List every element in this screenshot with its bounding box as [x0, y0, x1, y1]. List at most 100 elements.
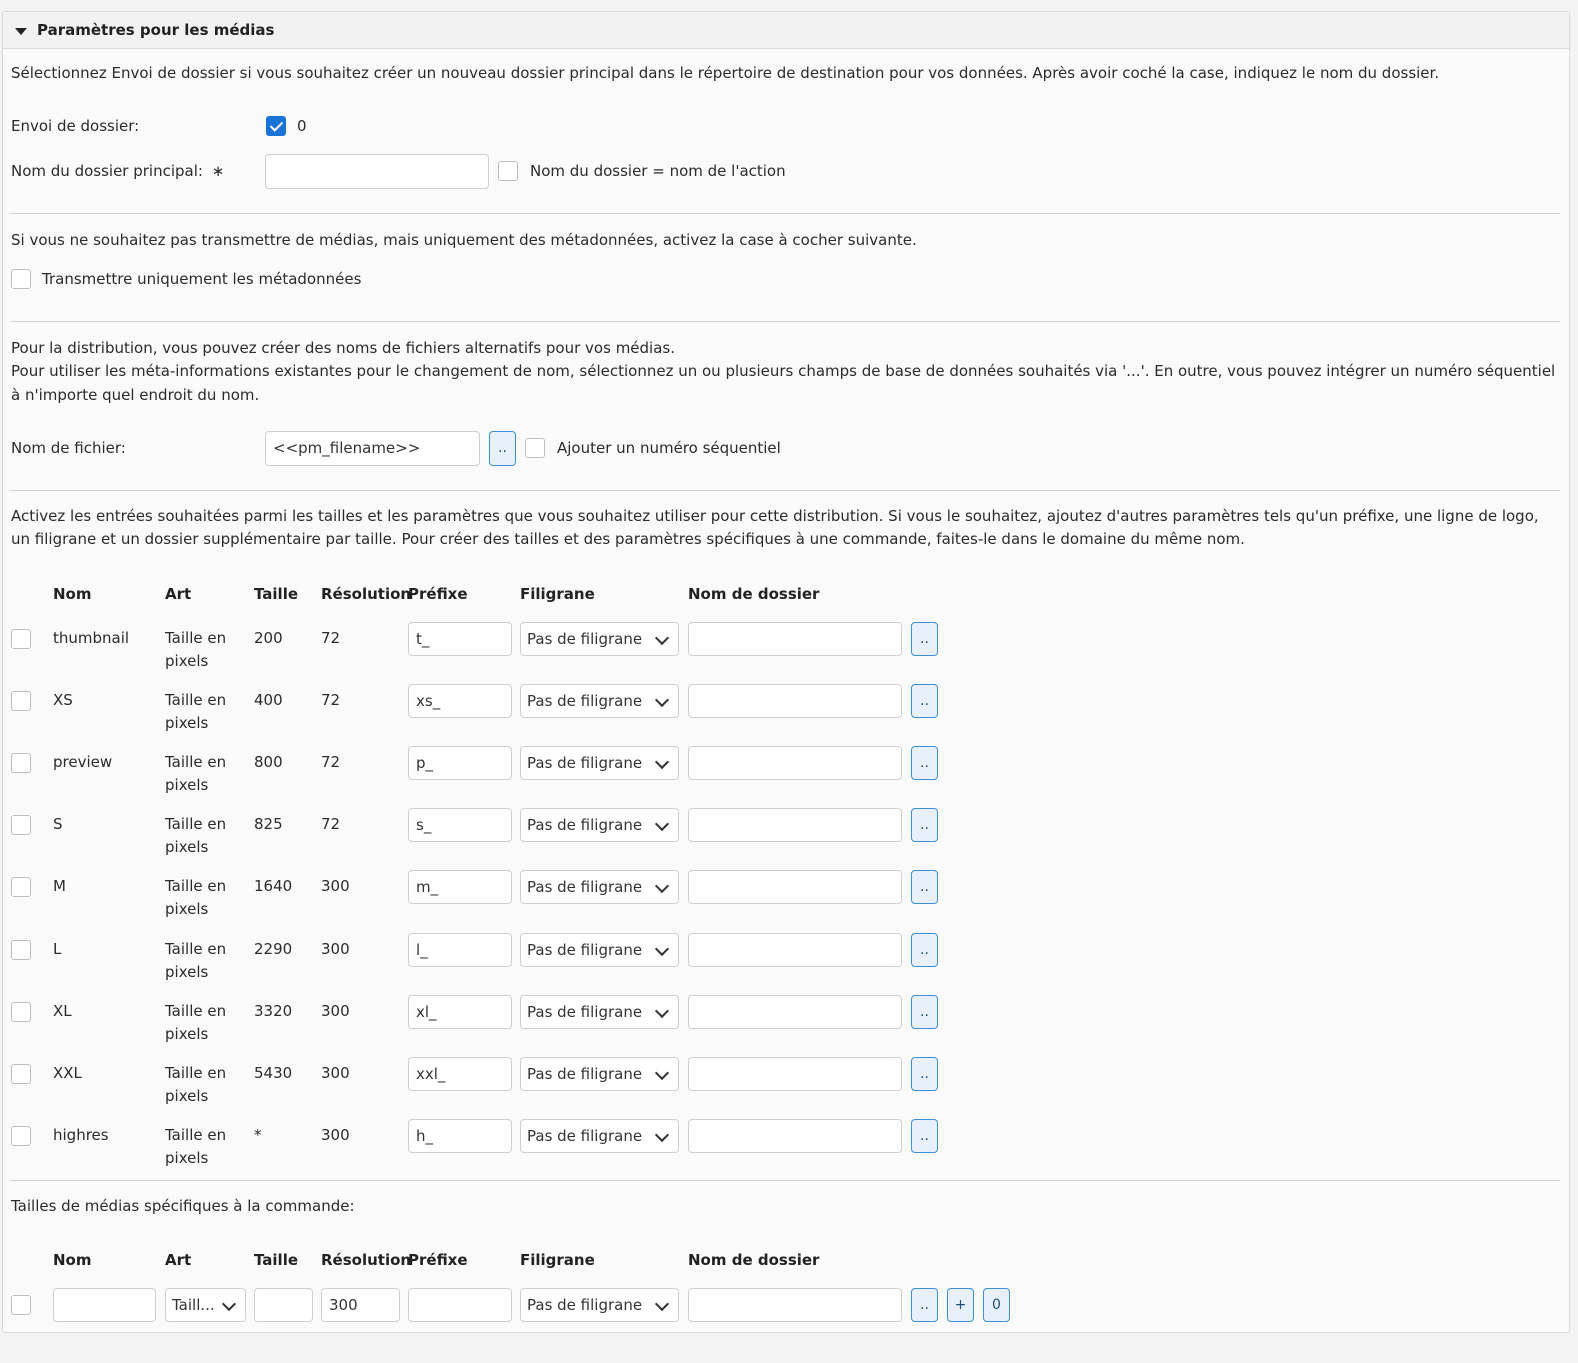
col-size-header: Taille	[254, 585, 299, 603]
folder-send-value: 0	[297, 117, 307, 135]
watermark-select[interactable]: Pas de filigrane	[520, 622, 679, 656]
sequential-number-checkbox[interactable]	[525, 438, 545, 458]
row-checkbox[interactable]	[11, 1002, 31, 1022]
folder-browse-button[interactable]: ..	[911, 622, 938, 656]
size-name: M	[53, 877, 66, 895]
watermark-select[interactable]: Pas de filigrane	[520, 808, 679, 842]
prefix-input[interactable]: p_	[408, 746, 512, 780]
same-as-action-checkbox[interactable]	[498, 161, 518, 181]
main-folder-label: Nom du dossier principal: ∗	[11, 161, 224, 181]
order-size-input[interactable]	[254, 1288, 313, 1322]
row-checkbox[interactable]	[11, 815, 31, 835]
row-checkbox[interactable]	[11, 940, 31, 960]
prefix-input[interactable]: m_	[408, 870, 512, 904]
folder-input[interactable]	[688, 684, 902, 718]
folder-input[interactable]	[688, 1057, 902, 1091]
order-prefix-input[interactable]	[408, 1288, 512, 1322]
folder-browse-button[interactable]: ..	[911, 995, 938, 1029]
col-resolution-header: Résolution	[321, 1251, 412, 1269]
same-as-action-label: Nom du dossier = nom de l'action	[530, 162, 786, 180]
folder-input[interactable]	[688, 1119, 902, 1153]
folder-browse-button[interactable]: ..	[911, 1057, 938, 1091]
resolution-value: 300	[321, 1126, 350, 1144]
row-checkbox[interactable]	[11, 753, 31, 773]
folder-input[interactable]	[688, 933, 902, 967]
watermark-select[interactable]: Pas de filigrane	[520, 746, 679, 780]
prefix-input[interactable]: s_	[408, 808, 512, 842]
sizes-info: Activez les entrées souhaitées parmi les…	[11, 507, 1539, 548]
chevron-down-icon	[654, 1065, 670, 1081]
order-watermark-select[interactable]: Pas de filigrane	[520, 1288, 679, 1322]
add-order-size-button[interactable]: +	[947, 1288, 974, 1322]
col-name-header: Nom	[53, 1251, 92, 1269]
folder-input[interactable]	[688, 622, 902, 656]
size-art-line2: pixels	[165, 1149, 209, 1167]
prefix-input[interactable]: h_	[408, 1119, 512, 1153]
sequential-number-label: Ajouter un numéro séquentiel	[557, 439, 781, 457]
folder-browse-button[interactable]: ..	[911, 933, 938, 967]
size-art-line1: Taille en	[165, 629, 227, 647]
filename-browse-button[interactable]: ..	[489, 431, 516, 466]
row-checkbox[interactable]	[11, 877, 31, 897]
divider	[10, 490, 1560, 491]
prefix-input[interactable]: xxl_	[408, 1057, 512, 1091]
prefix-input[interactable]: t_	[408, 622, 512, 656]
prefix-input[interactable]: xs_	[408, 684, 512, 718]
metadata-only-checkbox[interactable]	[11, 269, 31, 289]
panel-header[interactable]: Paramètres pour les médias	[3, 12, 1569, 49]
row-checkbox[interactable]	[11, 1126, 31, 1146]
folder-browse-button[interactable]: ..	[911, 808, 938, 842]
order-art-select[interactable]: Taill...	[165, 1288, 246, 1322]
order-name-input[interactable]	[53, 1288, 156, 1322]
prefix-input[interactable]: xl_	[408, 995, 512, 1029]
watermark-select[interactable]: Pas de filigrane	[520, 933, 679, 967]
folder-input[interactable]	[688, 995, 902, 1029]
watermark-select[interactable]: Pas de filigrane	[520, 1057, 679, 1091]
folder-send-checkbox[interactable]	[266, 116, 286, 136]
size-art-line1: Taille en	[165, 753, 227, 771]
watermark-select[interactable]: Pas de filigrane	[520, 684, 679, 718]
watermark-select[interactable]: Pas de filigrane	[520, 995, 679, 1029]
col-size-header: Taille	[254, 1251, 299, 1269]
size-value: 200	[254, 629, 283, 647]
folder-browse-button[interactable]: ..	[911, 684, 938, 718]
size-art-line2: pixels	[165, 900, 209, 918]
size-name: XXL	[53, 1064, 82, 1082]
folder-input[interactable]	[688, 870, 902, 904]
row-checkbox[interactable]	[11, 1064, 31, 1084]
resolution-value: 300	[321, 1002, 350, 1020]
size-art-line1: Taille en	[165, 940, 227, 958]
folder-browse-button[interactable]: ..	[911, 870, 938, 904]
folder-input[interactable]	[688, 746, 902, 780]
divider	[10, 321, 1560, 322]
watermark-select[interactable]: Pas de filigrane	[520, 870, 679, 904]
order-folder-input[interactable]	[688, 1288, 902, 1322]
folder-send-label: Envoi de dossier:	[11, 117, 140, 135]
row-checkbox[interactable]	[11, 629, 31, 649]
main-folder-input[interactable]	[265, 154, 489, 189]
filename-info-1: Pour la distribution, vous pouvez créer …	[11, 339, 675, 357]
filename-input[interactable]: <<pm_filename>>	[265, 431, 480, 466]
size-name: preview	[53, 753, 113, 771]
order-folder-browse-button[interactable]: ..	[911, 1288, 938, 1322]
chevron-down-icon	[654, 878, 670, 894]
caret-down-icon[interactable]	[15, 27, 27, 35]
chevron-down-icon	[654, 630, 670, 646]
folder-browse-button[interactable]: ..	[911, 1119, 938, 1153]
folder-input[interactable]	[688, 808, 902, 842]
chevron-down-icon	[654, 754, 670, 770]
order-row-checkbox[interactable]	[11, 1295, 31, 1315]
filename-info-2: Pour utiliser les méta-informations exis…	[11, 362, 1556, 404]
prefix-input[interactable]: l_	[408, 933, 512, 967]
watermark-value: Pas de filigrane	[527, 816, 643, 834]
order-size-count-button[interactable]: 0	[983, 1288, 1010, 1322]
size-art-line1: Taille en	[165, 1126, 227, 1144]
row-checkbox[interactable]	[11, 691, 31, 711]
chevron-down-icon	[654, 1003, 670, 1019]
col-art-header: Art	[165, 585, 192, 603]
filename-label: Nom de fichier:	[11, 439, 126, 457]
watermark-select[interactable]: Pas de filigrane	[520, 1119, 679, 1153]
size-value: *	[254, 1126, 262, 1144]
folder-browse-button[interactable]: ..	[911, 746, 938, 780]
order-resolution-input[interactable]: 300	[321, 1288, 400, 1322]
